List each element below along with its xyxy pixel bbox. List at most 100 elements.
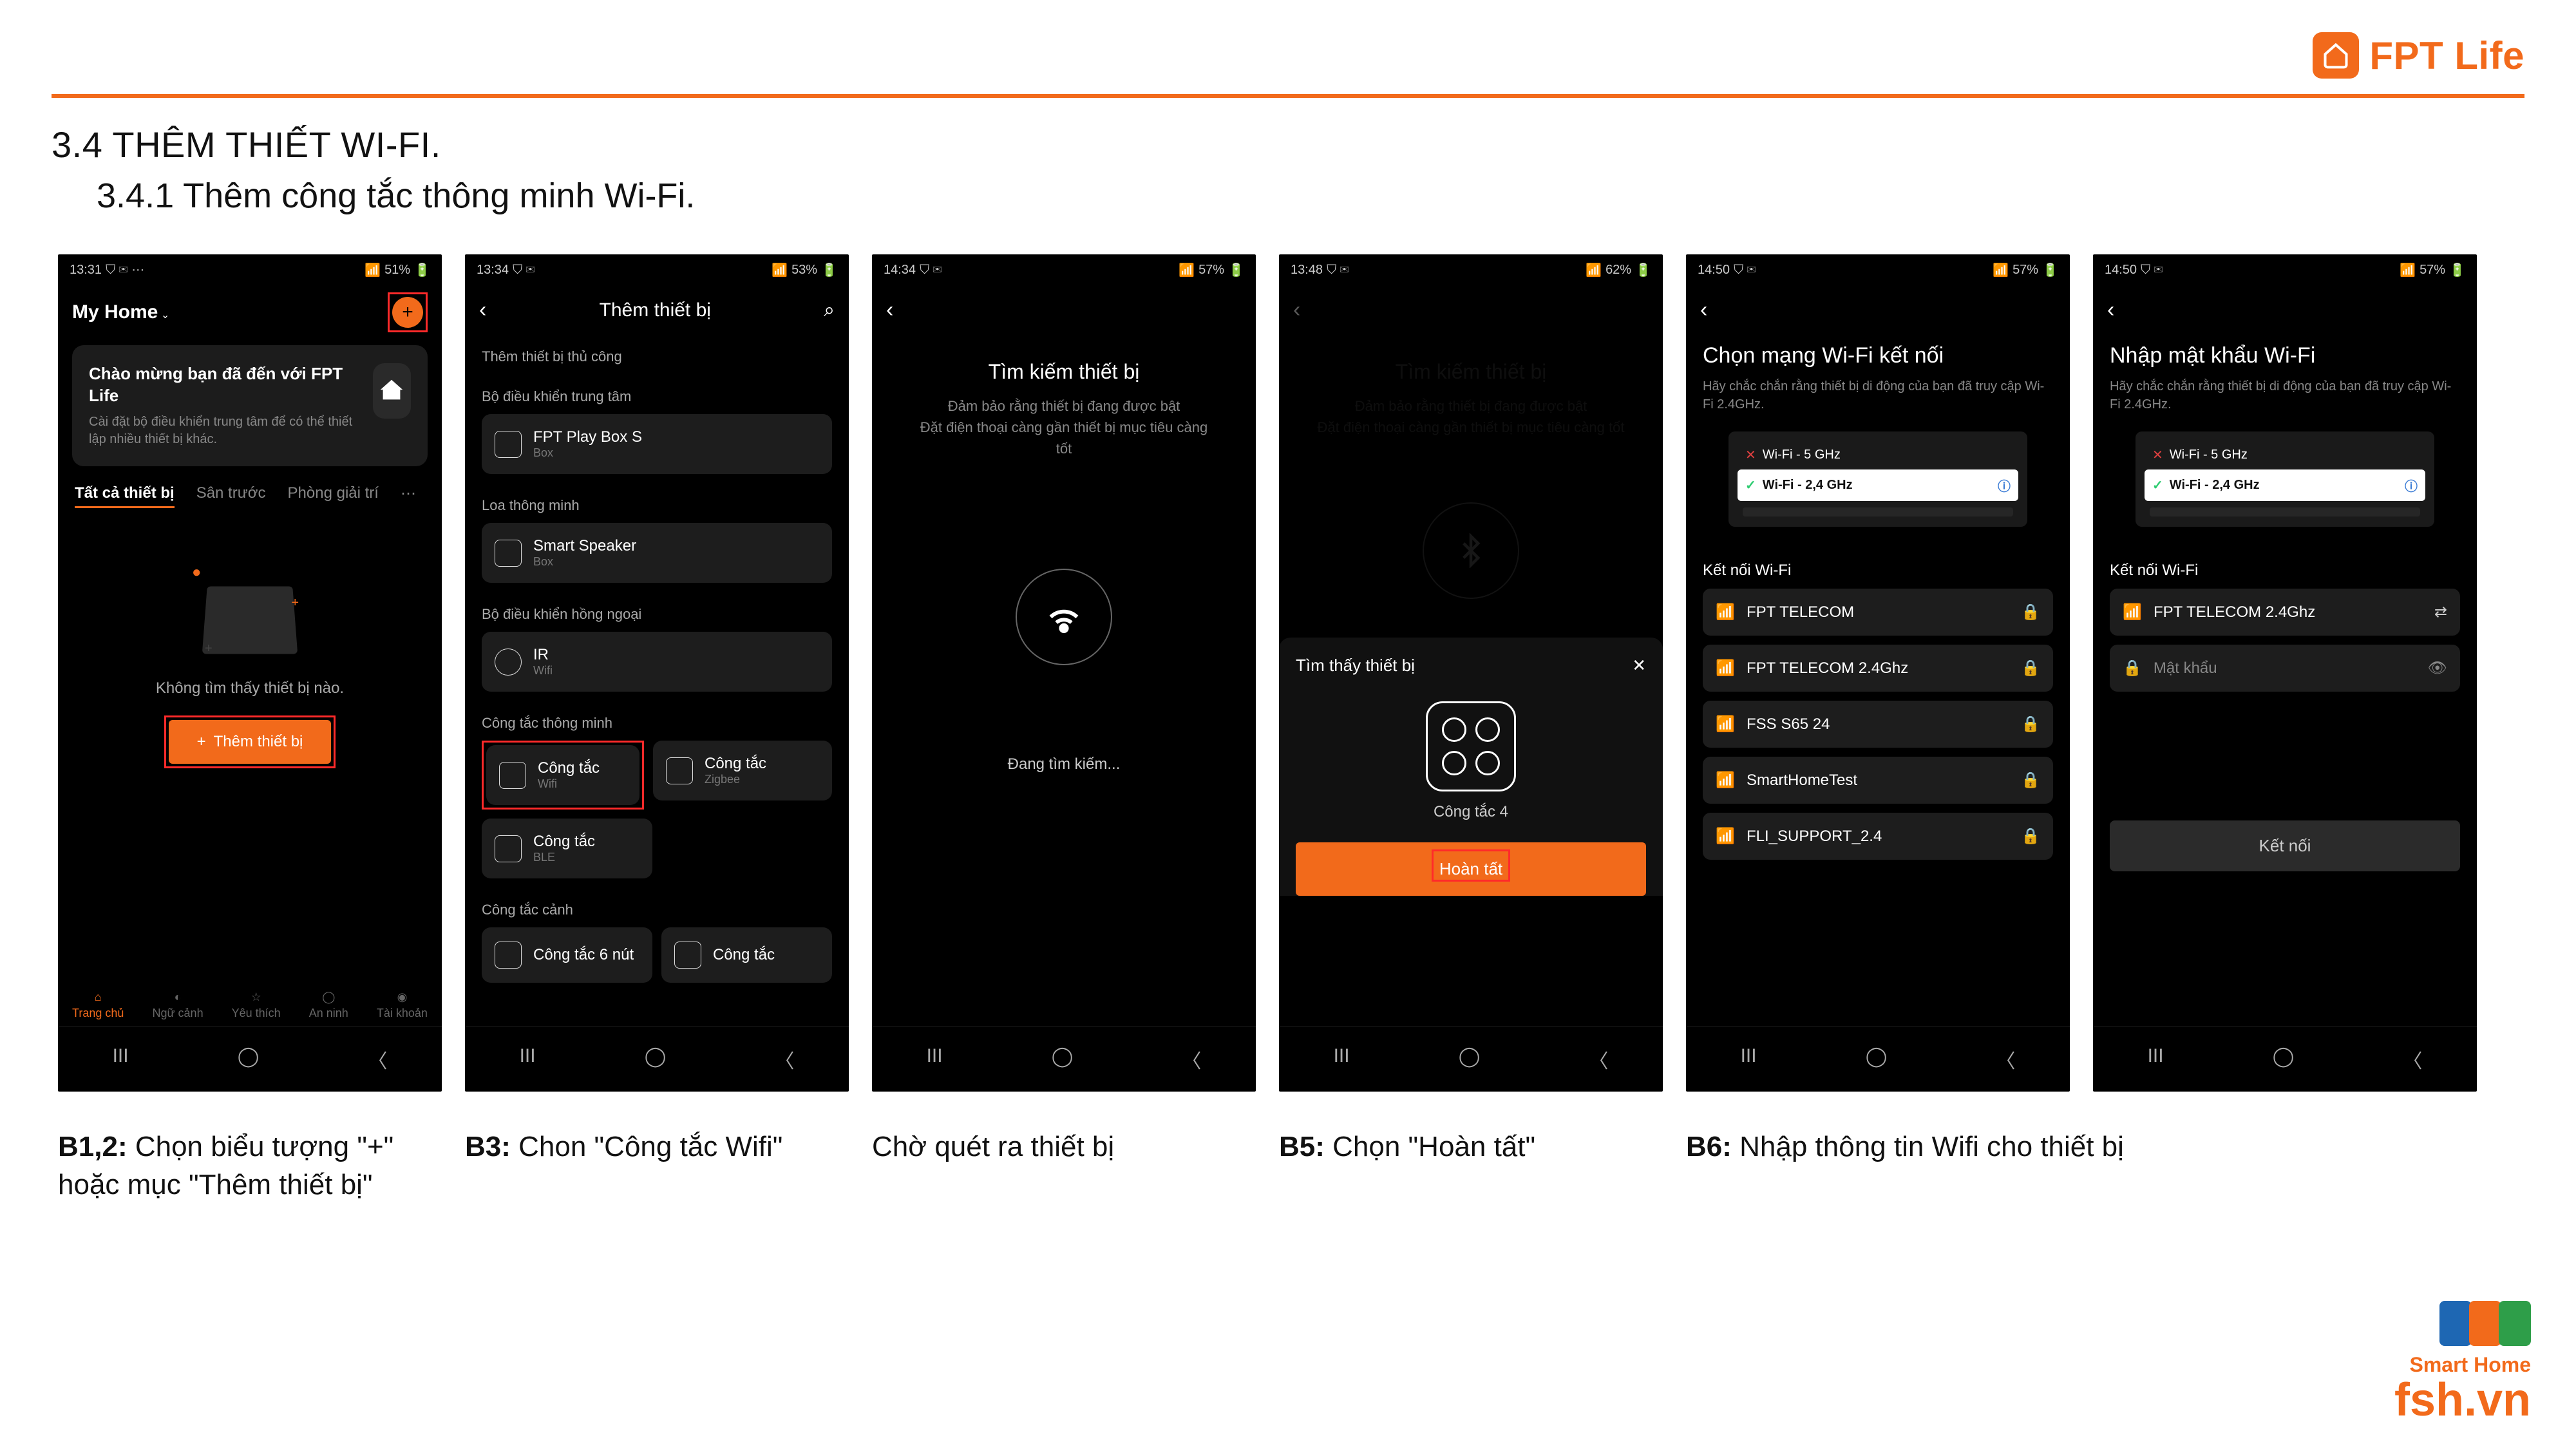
add-device-button[interactable]: + [392, 297, 423, 328]
close-icon[interactable]: ✕ [1632, 656, 1646, 676]
chevron-down-icon: ⌄ [161, 310, 169, 321]
switch-icon [666, 757, 693, 784]
device-speaker[interactable]: Smart SpeakerBox [482, 523, 832, 583]
switch-icon [495, 835, 522, 862]
subsection-heading: 3.4.1 Thêm công tắc thông minh Wi-Fi. [97, 176, 2524, 216]
back-icon[interactable]: ‹ [479, 298, 486, 323]
wifi-sub: Hãy chắc chắn rằng thiết bị di động của … [2110, 377, 2460, 413]
bluetooth-icon [1423, 502, 1519, 599]
scene-icon: ◐ [175, 990, 182, 1004]
swap-icon[interactable]: ⇄ [2434, 603, 2447, 621]
device-scene6[interactable]: Công tắc 6 nút [482, 927, 652, 983]
band-hint: ✕Wi-Fi - 5 GHz ✓Wi-Fi - 2,4 GHzⓘ [1728, 431, 2027, 527]
caption-b3: B3: Chon "Công tắc Wifi" [465, 1128, 849, 1166]
phone-found: 13:48 ⛉ ✉📶 62% 🔋 ‹ Tìm kiếm thiết bị Đảm… [1279, 254, 1663, 1092]
speaker-icon [495, 540, 522, 567]
home-btn-icon[interactable]: ◯ [238, 1045, 260, 1074]
searching-text: Đang tìm kiếm... [889, 755, 1239, 773]
switch4-icon [1426, 701, 1516, 791]
highlight-box: +Thêm thiết bị [164, 715, 336, 768]
search-icon[interactable]: ⌕ [824, 299, 835, 321]
lock-icon: 🔒 [2021, 771, 2040, 790]
back-icon[interactable]: ‹ [886, 298, 893, 323]
eye-off-icon[interactable]: 👁 [2428, 659, 2447, 677]
divider [52, 94, 2524, 98]
wifi-network[interactable]: 📶FPT TELECOM 2.4Ghz🔒 [1703, 645, 2053, 692]
device-hub[interactable]: FPT Play Box SBox [482, 414, 832, 474]
wifi-section: Kết nối Wi-Fi [2110, 536, 2460, 589]
user-icon: ◉ [397, 990, 408, 1004]
empty-state: ● + + Không tìm thấy thiết bị nào. +Thêm… [58, 518, 442, 768]
wifi-network[interactable]: 📶SmartHomeTest🔒 [1703, 757, 2053, 804]
footer-brand: Smart Home [2394, 1353, 2531, 1377]
cat-scene: Công tắc cảnh [482, 887, 832, 927]
highlight-box: Công tắcWifi [482, 741, 644, 810]
nav-account[interactable]: ◉Tài khoản [377, 990, 428, 1020]
cat-hub: Bộ điều khiển trung tâm [482, 374, 832, 414]
android-nav: III ◯ 〈 [58, 1027, 442, 1092]
footer-logo: Smart Home fsh.vn [2394, 1301, 2531, 1423]
wifi-sub: Hãy chắc chắn rằng thiết bị di động của … [1703, 377, 2053, 413]
device-switch-ble[interactable]: Công tắcBLE [482, 819, 652, 878]
device-switch-wifi[interactable]: Công tắcWifi [486, 745, 639, 805]
footer-url: fsh.vn [2394, 1377, 2531, 1423]
found-title: Tìm thấy thiết bị [1296, 656, 1415, 676]
add-device-cta[interactable]: +Thêm thiết bị [169, 720, 332, 764]
device-scene[interactable]: Công tắc [661, 927, 832, 983]
scan-sub: Đảm bảo rằng thiết bị đang được bậtĐặt đ… [914, 395, 1213, 459]
check-icon: ✓ [1745, 477, 1756, 493]
x-icon: ✕ [2152, 447, 2163, 463]
shield-icon: ◯ [322, 990, 335, 1004]
info-icon[interactable]: ⓘ [1998, 476, 2011, 495]
star-icon: ☆ [251, 990, 261, 1004]
info-icon[interactable]: ⓘ [2405, 476, 2418, 495]
back-icon[interactable]: ‹ [2107, 298, 2114, 323]
tab-more[interactable]: ⋯ [401, 484, 416, 508]
password-input[interactable]: 🔒Mật khẩu👁 [2110, 645, 2460, 692]
wifi-network[interactable]: 📶FSS S65 24🔒 [1703, 701, 2053, 748]
device-switch-zigbee[interactable]: Công tắcZigbee [653, 741, 832, 800]
phone-catalog: 13:34 ⛉ ✉📶 53% 🔋 ‹Thêm thiết bị⌕ Thêm th… [465, 254, 849, 1092]
wifi-icon: 📶 [2123, 603, 2142, 621]
room-tabs: Tất cả thiết bị Sân trước Phòng giải trí… [58, 484, 442, 518]
bottom-nav: ⌂Trang chủ ◐Ngữ cảnh ☆Yêu thích ◯An ninh… [58, 976, 442, 1027]
welcome-card[interactable]: Chào mừng bạn đã đến với FPT Life Cài đặ… [72, 345, 428, 466]
scene-switch-icon [674, 942, 701, 969]
lock-icon: 🔒 [2021, 603, 2040, 621]
home-icon [373, 363, 411, 419]
recent-icon[interactable]: III [113, 1045, 129, 1074]
scan-title: Tìm kiếm thiết bị [889, 360, 1239, 384]
nav-scene[interactable]: ◐Ngữ cảnh [152, 990, 203, 1020]
back-icon[interactable]: ‹ [1293, 298, 1300, 323]
device-ir[interactable]: IRWifi [482, 632, 832, 692]
found-device-name: Công tắc 4 [1296, 803, 1646, 821]
cat-switch: Công tắc thông minh [482, 701, 832, 741]
nav-security[interactable]: ◯An ninh [309, 990, 348, 1020]
nav-fav[interactable]: ☆Yêu thích [232, 990, 281, 1020]
caption-b5: B5: Chọn "Hoàn tất" [1279, 1128, 1663, 1166]
wifi-icon: 📶 [1716, 659, 1735, 677]
tab-ent[interactable]: Phòng giải trí [288, 484, 379, 508]
header: FPT Life [52, 26, 2524, 94]
highlight-box: + [388, 292, 428, 332]
section-heading: 3.4 THÊM THIẾT WI-FI. [52, 124, 2524, 166]
caption-b12: B1,2: Chọn biểu tượng "+" hoặc mục "Thêm… [58, 1128, 442, 1204]
caption-b6: B6: Nhập thông tin Wifi cho thiết bị [1686, 1128, 2479, 1166]
nav-home[interactable]: ⌂Trang chủ [72, 990, 124, 1020]
home-icon: ⌂ [95, 990, 102, 1004]
wifi-scan-icon [1016, 569, 1112, 665]
back-btn-icon[interactable]: 〈 [368, 1045, 387, 1074]
page-title: Thêm thiết bị [486, 299, 824, 321]
scene-switch-icon [495, 942, 522, 969]
lock-icon: 🔒 [2123, 659, 2142, 677]
wifi-network[interactable]: 📶FLI_SUPPORT_2.4🔒 [1703, 813, 2053, 860]
back-icon[interactable]: ‹ [1700, 298, 1707, 323]
connect-button[interactable]: Kết nối [2110, 820, 2460, 871]
tab-all[interactable]: Tất cả thiết bị [75, 484, 175, 508]
home-selector[interactable]: My Home ⌄ [72, 301, 169, 323]
tab-front[interactable]: Sân trước [196, 484, 266, 508]
wifi-selected[interactable]: 📶FPT TELECOM 2.4Ghz⇄ [2110, 589, 2460, 636]
wifi-title: Chọn mạng Wi-Fi kết nối [1703, 334, 2053, 377]
box-icon [495, 431, 522, 458]
wifi-network[interactable]: 📶FPT TELECOM🔒 [1703, 589, 2053, 636]
